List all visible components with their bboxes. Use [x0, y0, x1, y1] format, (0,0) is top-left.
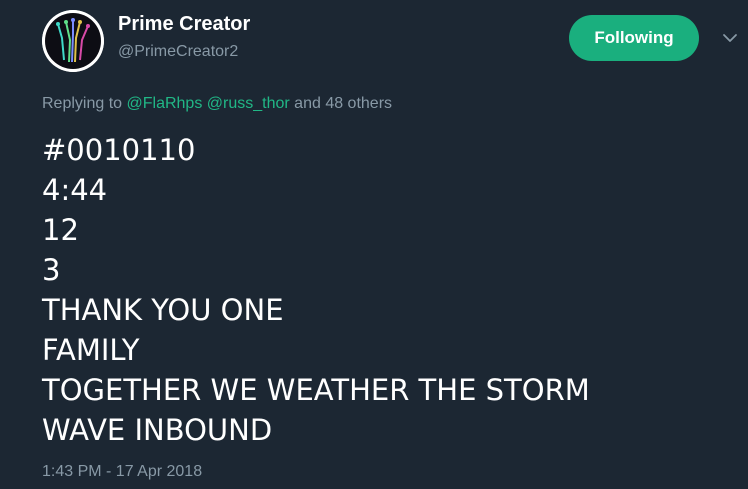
- mention-link-flarhps[interactable]: @FlaRhps: [127, 95, 203, 112]
- mention-link-russ-thor[interactable]: @russ_thor: [207, 95, 290, 112]
- chevron-down-icon[interactable]: [720, 28, 740, 48]
- author-handle[interactable]: @PrimeCreator2: [118, 43, 238, 61]
- tweet-line: FAMILY: [42, 333, 140, 367]
- tweet-body: #0010110 4:44 12 3 THANK YOU ONE FAMILY …: [42, 130, 732, 450]
- tweet-timestamp[interactable]: 1:43 PM - 17 Apr 2018: [42, 463, 202, 481]
- tweet-line: 3: [42, 253, 61, 287]
- reply-suffix[interactable]: and 48 others: [294, 95, 392, 112]
- tweet-card: Prime Creator @PrimeCreator2 Following R…: [0, 0, 748, 489]
- tweet-line: #0010110: [42, 133, 196, 167]
- reply-prefix: Replying to: [42, 95, 123, 112]
- tweet-line: TOGETHER WE WEATHER THE STORM: [42, 373, 590, 407]
- author-name[interactable]: Prime Creator: [118, 13, 250, 36]
- tweet-line: THANK YOU ONE: [42, 293, 284, 327]
- reply-context: Replying to @FlaRhps @russ_thor and 48 o…: [42, 95, 392, 113]
- avatar-image: [42, 10, 104, 72]
- tweet-line: WAVE INBOUND: [42, 413, 273, 447]
- following-button[interactable]: Following: [569, 15, 699, 61]
- avatar[interactable]: [42, 10, 104, 72]
- tweet-line: 12: [42, 213, 79, 247]
- tweet-line: 4:44: [42, 173, 108, 207]
